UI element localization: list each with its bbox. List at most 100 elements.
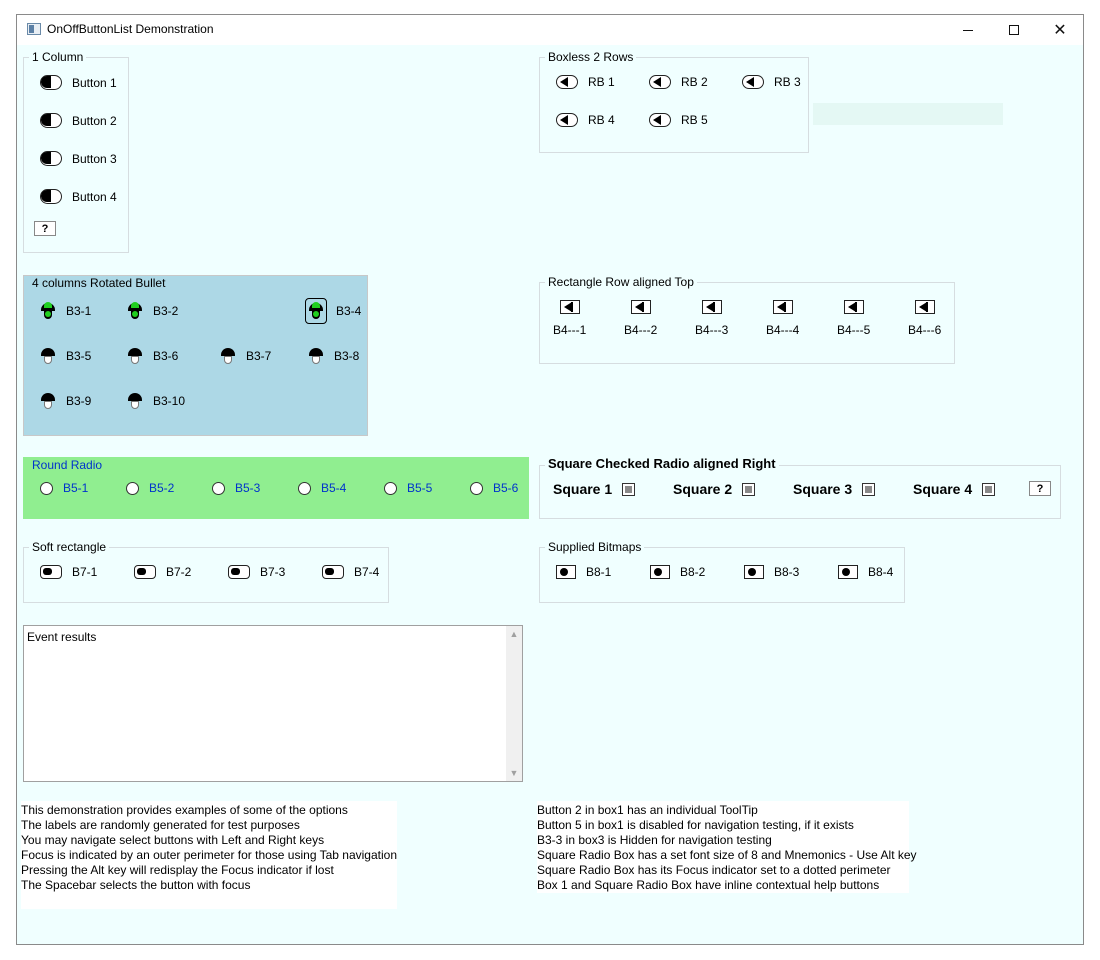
box7-item-label: B7-1 [72, 565, 98, 579]
box4-item-label: B4---1 [553, 323, 587, 337]
box8-item-2[interactable]: B8-2 [650, 565, 705, 579]
boxless-item-5[interactable]: RB 5 [649, 113, 708, 127]
box3-item-b3-7[interactable]: B3-7 [220, 347, 271, 365]
toggle-icon [40, 75, 62, 90]
box7-item-4[interactable]: B7-4 [322, 565, 379, 579]
box1-item-2[interactable]: Button 2 [40, 113, 117, 128]
box5-item-1[interactable]: B5-1 [40, 481, 88, 495]
maximize-button[interactable] [991, 15, 1037, 45]
radio-icon [40, 481, 53, 495]
info-left-panel: This demonstration provides examples of … [21, 801, 397, 909]
box5-item-label: B5-6 [493, 481, 519, 495]
boxless-item-2[interactable]: RB 2 [649, 75, 708, 89]
square-group: Square Checked Radio aligned Right Squar… [539, 457, 1061, 519]
box5-item-6[interactable]: B5-6 [470, 481, 518, 495]
box7-item-2[interactable]: B7-2 [134, 565, 191, 579]
square-item-3[interactable]: Square 3 [793, 481, 876, 497]
box4-item-5[interactable]: B4---5 [837, 300, 870, 337]
box1-item-1[interactable]: Button 1 [40, 75, 117, 90]
info-left-line: Pressing the Alt key will redisplay the … [21, 863, 334, 877]
box3-item-label: B3-8 [334, 349, 360, 363]
bitmap-button-icon [744, 565, 764, 579]
info-left-line: The labels are randomly generated for te… [21, 818, 300, 832]
bullet-off-icon [308, 347, 324, 365]
box8-item-4[interactable]: B8-4 [838, 565, 893, 579]
box7-item-1[interactable]: B7-1 [40, 565, 97, 579]
minimize-button[interactable] [945, 15, 991, 45]
boxless-item-1[interactable]: RB 1 [556, 75, 615, 89]
box4-item-label: B4---3 [695, 323, 729, 337]
box4-item-2[interactable]: B4---2 [624, 300, 657, 337]
box7-item-label: B7-4 [354, 565, 380, 579]
bitmap-button-icon [650, 565, 670, 579]
box4-item-label: B4---4 [766, 323, 800, 337]
event-results-textbox[interactable]: Event results ▲ ▼ [23, 625, 523, 782]
box5-item-2[interactable]: B5-2 [126, 481, 174, 495]
box3-item-b3-2[interactable]: B3-2 [127, 302, 178, 320]
toggle-icon [40, 151, 62, 166]
radio-icon [126, 481, 139, 495]
box8-title: Supplied Bitmaps [545, 540, 645, 554]
faint-panel [813, 103, 1003, 125]
box1-help-button[interactable]: ? [34, 221, 56, 236]
rect-button-icon [843, 300, 864, 314]
info-right-line: Square Radio Box has its Focus indicator… [537, 863, 891, 877]
box8-item-3[interactable]: B8-3 [744, 565, 799, 579]
square-check-icon [742, 482, 756, 496]
box3-item-label: B3-9 [66, 394, 92, 408]
rect-button-icon [559, 300, 580, 314]
square-check-icon [982, 482, 996, 496]
radio-icon [470, 481, 483, 495]
scroll-down-icon[interactable]: ▼ [506, 765, 522, 781]
box4-item-4[interactable]: B4---4 [766, 300, 799, 337]
minimize-icon [963, 29, 973, 31]
square-item-4[interactable]: Square 4 [913, 481, 996, 497]
box7-title: Soft rectangle [29, 540, 110, 554]
close-button[interactable]: ✕ [1037, 15, 1083, 45]
square-item-2[interactable]: Square 2 [673, 481, 756, 497]
info-right-line: Button 2 in box1 has an individual ToolT… [537, 803, 758, 817]
box5-item-label: B5-3 [235, 481, 261, 495]
box3-item-b3-5[interactable]: B3-5 [40, 347, 91, 365]
box3-item-b3-1[interactable]: B3-1 [40, 302, 91, 320]
square-help-button[interactable]: ? [1029, 481, 1051, 496]
box3-item-b3-10[interactable]: B3-10 [127, 392, 185, 410]
box3-title: 4 columns Rotated Bullet [32, 276, 166, 290]
box1-item-3[interactable]: Button 3 [40, 151, 117, 166]
toggle-icon [40, 113, 62, 128]
box4-item-3[interactable]: B4---3 [695, 300, 728, 337]
bitmap-button-icon [556, 565, 576, 579]
box5-item-4[interactable]: B5-4 [298, 481, 346, 495]
box4-item-label: B4---5 [837, 323, 871, 337]
box4-group: Rectangle Row aligned Top B4---1 B4---2 … [539, 275, 955, 364]
rect-button-icon [701, 300, 722, 314]
app-icon [27, 23, 41, 35]
box3-item-b3-4[interactable]: B3-4 [308, 302, 361, 320]
toggle-icon [40, 189, 62, 204]
info-left-line: This demonstration provides examples of … [21, 803, 348, 817]
box3-item-b3-8[interactable]: B3-8 [308, 347, 359, 365]
boxless-item-3[interactable]: RB 3 [742, 75, 801, 89]
box3-item-b3-9[interactable]: B3-9 [40, 392, 91, 410]
bullet-off-icon [127, 392, 143, 410]
pill-icon [649, 113, 671, 127]
boxless-item-4[interactable]: RB 4 [556, 113, 615, 127]
box3-item-label: B3-2 [153, 304, 179, 318]
box4-item-6[interactable]: B4---6 [908, 300, 941, 337]
box8-item-1[interactable]: B8-1 [556, 565, 611, 579]
box3-item-b3-6[interactable]: B3-6 [127, 347, 178, 365]
box1-group: 1 Column Button 1 Button 2 Button 3 Butt… [23, 50, 129, 253]
box7-group: Soft rectangle B7-1 B7-2 B7-3 B7-4 [23, 540, 389, 603]
box3-item-label: B3-7 [246, 349, 272, 363]
box7-item-3[interactable]: B7-3 [228, 565, 285, 579]
box1-item-4[interactable]: Button 4 [40, 189, 117, 204]
box4-item-1[interactable]: B4---1 [553, 300, 586, 337]
box1-item-label: Button 3 [72, 151, 117, 166]
square-item-label: Square 1 [553, 481, 613, 497]
scroll-up-icon[interactable]: ▲ [506, 626, 522, 642]
box5-item-3[interactable]: B5-3 [212, 481, 260, 495]
square-item-1[interactable]: Square 1 [553, 481, 636, 497]
box5-item-5[interactable]: B5-5 [384, 481, 432, 495]
bullet-off-icon [40, 392, 56, 410]
event-results-scrollbar[interactable]: ▲ ▼ [506, 626, 522, 781]
